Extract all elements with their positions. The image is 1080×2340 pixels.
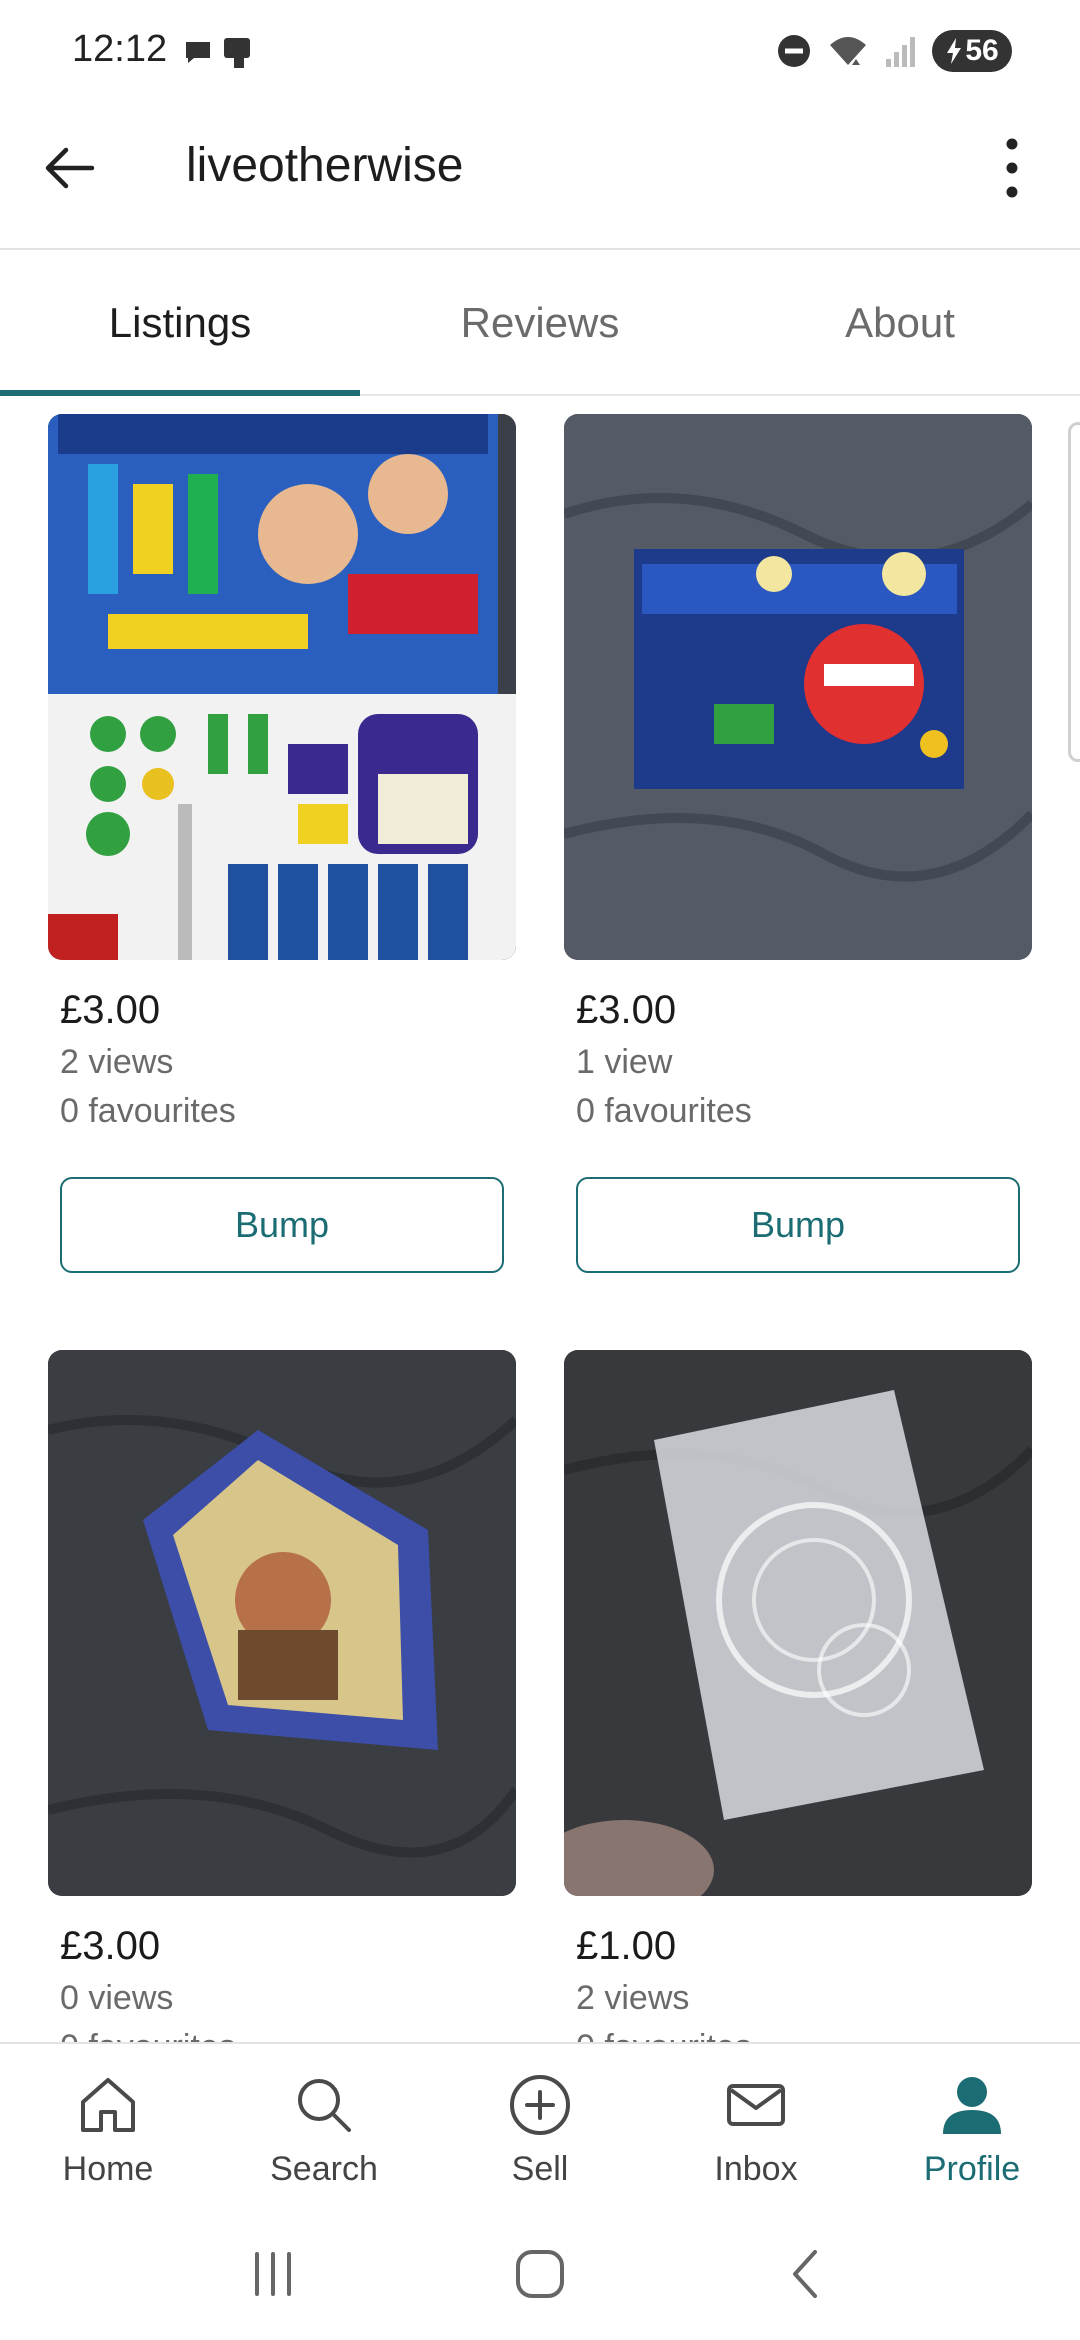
system-navigation-bar bbox=[0, 2208, 1080, 2340]
wifi-icon bbox=[830, 37, 866, 65]
nav-sell[interactable]: Sell bbox=[432, 2044, 648, 2208]
listing-card[interactable]: £3.00 2 views 0 favourites Bump bbox=[48, 414, 516, 1273]
arrow-left-icon bbox=[45, 147, 95, 189]
listing-card[interactable]: £3.00 0 views 0 favourites bbox=[48, 1350, 516, 2042]
listing-views: 0 views bbox=[60, 1979, 174, 2017]
tab-listings[interactable]: Listings bbox=[0, 252, 360, 396]
home-square-icon bbox=[515, 2250, 564, 2298]
tab-about[interactable]: About bbox=[720, 252, 1080, 394]
bottom-navigation: Home Search Sell Inbox Profile bbox=[0, 2042, 1080, 2208]
recent-apps-icon bbox=[255, 2252, 292, 2296]
recent-apps-button[interactable] bbox=[228, 2229, 318, 2319]
listing-card[interactable]: £3.00 1 view 0 favourites Bump bbox=[564, 414, 1032, 1273]
listing-price: £3.00 bbox=[60, 1924, 161, 1968]
back-system-button[interactable] bbox=[762, 2229, 852, 2319]
back-button[interactable] bbox=[34, 132, 106, 204]
nav-search[interactable]: Search bbox=[216, 2044, 432, 2208]
status-time: 12:12 bbox=[72, 28, 168, 70]
optical-science-photo bbox=[48, 414, 516, 960]
next-page-hint bbox=[1068, 422, 1080, 762]
status-right-icons: 56 bbox=[776, 30, 1012, 72]
device-notification-icon bbox=[224, 38, 250, 68]
listing-views: 2 views bbox=[576, 1979, 690, 2017]
listing-price: £1.00 bbox=[576, 1924, 677, 1968]
battery-level: 56 bbox=[965, 34, 999, 67]
charging-bolt-icon bbox=[947, 38, 962, 64]
nav-label-sell: Sell bbox=[511, 2150, 569, 2188]
listing-price: £3.00 bbox=[60, 988, 161, 1032]
nav-label-home: Home bbox=[62, 2150, 154, 2188]
mail-icon bbox=[727, 2084, 785, 2126]
status-left-icons bbox=[182, 34, 256, 70]
nav-profile[interactable]: Profile bbox=[864, 2044, 1080, 2208]
page-title: liveotherwise bbox=[186, 139, 464, 192]
profile-icon bbox=[943, 2077, 1001, 2134]
wizard-card-photo bbox=[48, 1350, 516, 1896]
tab-reviews[interactable]: Reviews bbox=[360, 252, 720, 394]
chat-bubble-icon bbox=[186, 42, 210, 63]
listings-grid: £3.00 2 views 0 favourites Bump £3.00 1 … bbox=[0, 398, 1080, 2042]
listing-favourites: 0 favourites bbox=[576, 1092, 752, 1130]
profile-tabs: Listings Reviews About bbox=[0, 252, 1080, 396]
nav-label-profile: Profile bbox=[923, 2150, 1021, 2188]
listing-card[interactable]: £1.00 2 views 0 favourites bbox=[564, 1350, 1032, 2042]
signal-icon bbox=[886, 37, 915, 67]
nav-home[interactable]: Home bbox=[0, 2044, 216, 2208]
do-not-disturb-icon bbox=[778, 35, 810, 67]
listing-price: £3.00 bbox=[576, 988, 677, 1032]
plus-circle-icon bbox=[510, 2075, 570, 2135]
wacky-wigglers-photo bbox=[564, 414, 1032, 960]
listing-image[interactable] bbox=[48, 414, 516, 960]
listing-image[interactable] bbox=[564, 1350, 1032, 1896]
bump-button[interactable]: Bump bbox=[576, 1177, 1020, 1273]
more-options-button[interactable] bbox=[984, 128, 1040, 208]
chevron-left-icon bbox=[792, 2250, 817, 2298]
bump-button[interactable]: Bump bbox=[60, 1177, 504, 1273]
listing-image[interactable] bbox=[564, 414, 1032, 960]
nav-label-inbox: Inbox bbox=[714, 2150, 798, 2188]
listing-views: 2 views bbox=[60, 1043, 174, 1081]
battery-indicator: 56 bbox=[932, 30, 1012, 72]
more-vertical-icon bbox=[1006, 138, 1018, 198]
listing-favourites: 0 favourites bbox=[60, 1092, 236, 1130]
app-bar: liveotherwise bbox=[0, 100, 1080, 250]
listing-favourites: 0 favourites bbox=[576, 2028, 1032, 2042]
home-system-button[interactable] bbox=[495, 2229, 585, 2319]
status-bar: 12:12 56 bbox=[0, 0, 1080, 100]
nav-inbox[interactable]: Inbox bbox=[648, 2044, 864, 2208]
listing-favourites: 0 favourites bbox=[60, 2028, 516, 2042]
listing-image[interactable] bbox=[48, 1350, 516, 1896]
search-icon bbox=[298, 2079, 351, 2132]
nav-label-search: Search bbox=[270, 2150, 378, 2188]
listing-views: 1 view bbox=[576, 1043, 673, 1081]
spirograph-bag-photo bbox=[564, 1350, 1032, 1896]
home-icon bbox=[81, 2078, 135, 2132]
